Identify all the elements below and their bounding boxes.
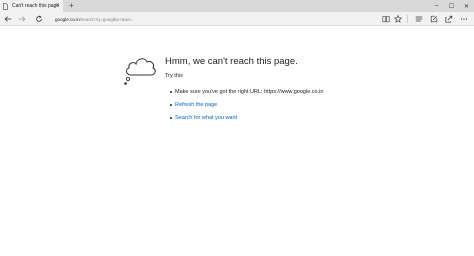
share-button[interactable] bbox=[442, 12, 456, 26]
search-web-link[interactable]: Search for what you want bbox=[175, 115, 237, 121]
search-link-item: Search for what you want bbox=[170, 115, 237, 121]
more-button[interactable] bbox=[457, 12, 471, 26]
back-icon bbox=[4, 16, 12, 22]
try-this-label: Try this bbox=[165, 73, 183, 79]
favorite-star-icon bbox=[394, 15, 402, 23]
reading-view-icon bbox=[382, 16, 390, 23]
close-window-button[interactable]: ✕ bbox=[459, 0, 474, 12]
forward-button[interactable] bbox=[15, 12, 29, 26]
forward-icon bbox=[18, 16, 26, 22]
error-heading: Hmm, we can't reach this page. bbox=[165, 56, 298, 67]
refresh-page-link[interactable]: Refresh the page bbox=[175, 102, 217, 108]
tab-strip: Can't reach this page ✕ + – ☐ ✕ bbox=[0, 0, 474, 12]
refresh-link-item: Refresh the page bbox=[170, 102, 217, 108]
new-tab-button[interactable]: + bbox=[69, 1, 74, 11]
back-button[interactable] bbox=[1, 12, 15, 26]
suggestion-item: Make sure you've got the right URL: http… bbox=[170, 89, 323, 95]
page-icon bbox=[3, 2, 8, 10]
tab-close-button[interactable]: ✕ bbox=[55, 2, 60, 10]
bullet-icon bbox=[170, 91, 172, 93]
web-note-icon bbox=[430, 15, 438, 23]
favorite-button[interactable] bbox=[391, 12, 405, 26]
window-controls: – ☐ ✕ bbox=[429, 0, 474, 12]
refresh-icon bbox=[36, 15, 42, 22]
sad-cloud-icon bbox=[124, 58, 156, 85]
more-icon bbox=[460, 18, 468, 20]
check-url-suggestion: Make sure you've got the right URL: http… bbox=[175, 89, 324, 95]
tab-active[interactable]: Can't reach this page ✕ bbox=[0, 0, 63, 12]
address-host: google.co.in bbox=[55, 16, 80, 22]
tab-title: Can't reach this page bbox=[12, 3, 60, 9]
share-icon bbox=[445, 15, 453, 23]
hub-icon bbox=[415, 16, 423, 22]
hub-button[interactable] bbox=[412, 12, 426, 26]
minimize-button[interactable]: – bbox=[429, 0, 444, 12]
maximize-button[interactable]: ☐ bbox=[444, 0, 459, 12]
bullet-icon bbox=[170, 104, 172, 106]
refresh-button[interactable] bbox=[32, 12, 46, 26]
navigation-toolbar: google.co.in /search?q=googlba+&oe= bbox=[0, 12, 474, 26]
address-path: /search?q=googlba+&oe= bbox=[79, 16, 133, 22]
web-note-button[interactable] bbox=[427, 12, 441, 26]
toolbar-divider bbox=[407, 15, 408, 23]
address-bar[interactable]: google.co.in /search?q=googlba+&oe= bbox=[55, 14, 377, 24]
bullet-icon bbox=[170, 117, 172, 119]
